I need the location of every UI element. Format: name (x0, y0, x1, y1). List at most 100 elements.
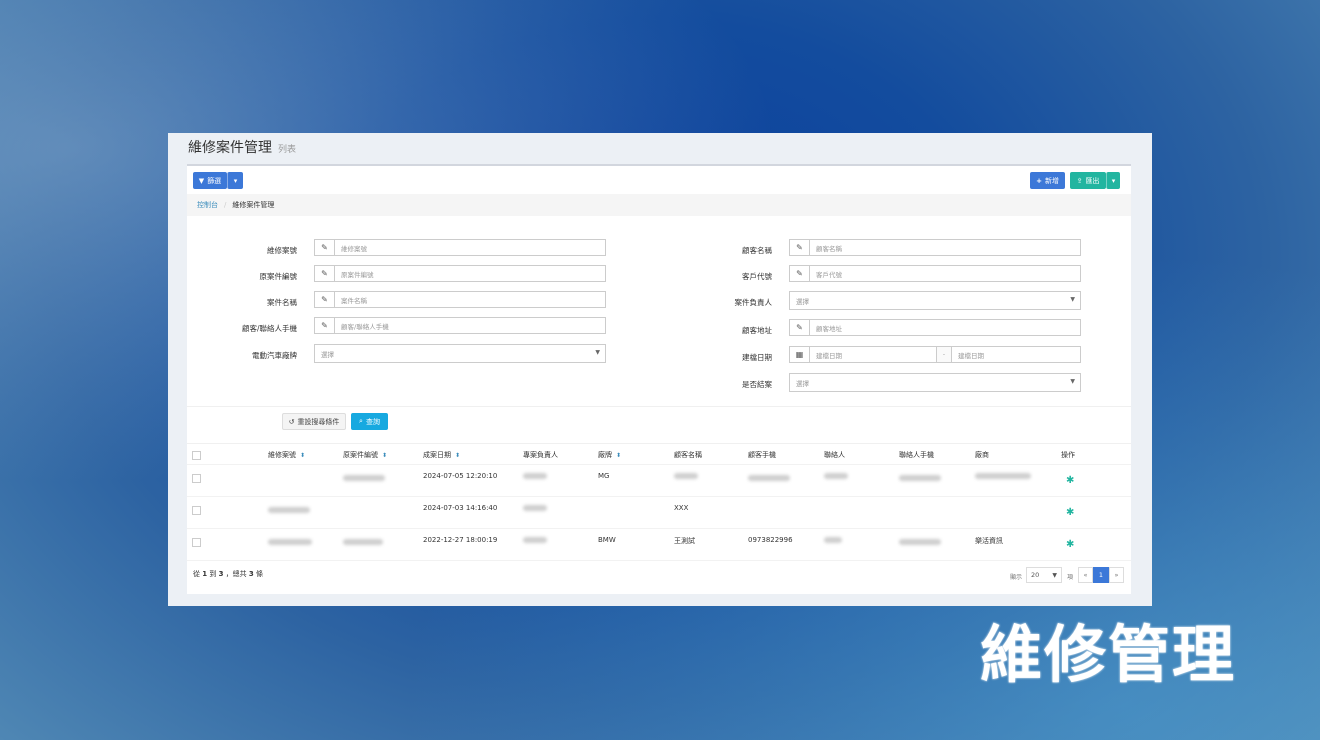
row-customer-name: 王測試 (674, 537, 695, 545)
col-header-brand[interactable]: 廠牌 ⬍ (598, 450, 621, 460)
reset-icon: ↺ (288, 417, 295, 426)
redacted-value (523, 505, 547, 511)
row-customer-name: XXX (674, 504, 689, 512)
pencil-icon: ✎ (315, 240, 335, 255)
redacted-value (975, 473, 1031, 479)
caret-down-icon: ▼ (595, 349, 600, 356)
redacted-value (899, 539, 941, 545)
col-header-actions: 操作 (1061, 451, 1075, 459)
case-no-input[interactable]: ✎ 維修案號 (314, 239, 606, 256)
page-title: 維修案件管理 列表 (188, 140, 297, 156)
pencil-icon: ✎ (315, 292, 335, 307)
page-size-suffix: 項 (1067, 574, 1074, 581)
row-date: 2024-07-05 12:20:10 (423, 472, 498, 480)
ev-brand-label: 電動汽車廠牌 (252, 351, 297, 360)
row-customer-phone: 0973822996 (748, 536, 793, 544)
customer-address-input[interactable]: ✎ 顧客地址 (789, 319, 1081, 336)
case-owner-label: 案件負責人 (734, 298, 773, 307)
upload-icon: ⇪ (1076, 176, 1083, 185)
export-button[interactable]: ⇪ 匯出 (1070, 172, 1106, 189)
caret-down-icon: ▼ (1070, 296, 1075, 303)
page-size-label: 顯示 (1010, 574, 1023, 581)
customer-code-label: 客戶代號 (742, 272, 772, 281)
caret-down-icon: ▾ (1111, 176, 1116, 185)
sort-icon: ⬍ (300, 452, 306, 459)
filter-button[interactable]: ▼ 篩選 (193, 172, 227, 189)
col-header-date[interactable]: 成案日期 ⬍ (423, 450, 460, 460)
row-date: 2022-12-27 18:00:19 (423, 536, 498, 544)
pencil-icon: ✎ (315, 318, 335, 333)
row-checkbox[interactable] (192, 506, 201, 515)
table-top-divider (187, 443, 1131, 444)
redacted-value (824, 537, 842, 543)
redacted-value (523, 473, 547, 479)
col-header-vendor: 廠商 (975, 451, 989, 459)
col-header-customer-name: 顧客名稱 (674, 451, 702, 459)
original-case-input[interactable]: ✎ 原案件編號 (314, 265, 606, 282)
breadcrumb-home-link[interactable]: 控制台 (197, 201, 218, 209)
customer-phone-input[interactable]: ✎ 顧客/聯絡人手機 (314, 317, 606, 334)
search-button[interactable]: ⌕ 查詢 (351, 413, 388, 430)
created-date-from-input[interactable]: ▦ 建檔日期 (789, 346, 937, 363)
redacted-value (674, 473, 698, 479)
col-header-owner: 專案負責人 (523, 451, 558, 459)
next-page-button[interactable]: » (1109, 567, 1124, 583)
pencil-icon: ✎ (790, 320, 810, 335)
search-icon: ⌕ (359, 417, 363, 425)
prev-page-button[interactable]: « (1078, 567, 1093, 583)
closed-status-select[interactable]: 選擇 ▼ (789, 373, 1081, 392)
gear-icon[interactable]: ✱ (1066, 475, 1074, 486)
customer-phone-label: 顧客/聯絡人手機 (241, 324, 297, 333)
redacted-value (824, 473, 848, 479)
col-header-customer-phone: 顧客手機 (748, 451, 776, 459)
row-checkbox[interactable] (192, 538, 201, 547)
customer-name-label: 顧客名稱 (742, 246, 772, 255)
gear-icon[interactable]: ✱ (1066, 539, 1074, 550)
col-header-contact: 聯絡人 (824, 451, 845, 459)
calendar-icon: ▦ (790, 347, 810, 362)
sort-icon: ⬍ (382, 452, 388, 459)
sort-icon: ⬍ (455, 452, 461, 459)
redacted-value (748, 475, 790, 481)
customer-name-input[interactable]: ✎ 顧客名稱 (789, 239, 1081, 256)
page-1-button[interactable]: 1 (1093, 567, 1109, 583)
ev-brand-select[interactable]: 選擇 ▼ (314, 344, 606, 363)
add-button[interactable]: + 新增 (1030, 172, 1065, 189)
case-no-label: 維修案號 (267, 246, 297, 255)
col-header-case-no[interactable]: 維修案號 ⬍ (268, 450, 305, 460)
form-divider (187, 406, 1131, 407)
reset-search-button[interactable]: ↺ 重設搜尋條件 (282, 413, 346, 430)
original-case-label: 原案件編號 (259, 272, 298, 281)
chevron-down-icon: ▼ (1052, 571, 1057, 579)
redacted-value (523, 537, 547, 543)
table-summary: 從 1 到 3 ，總共 3 條 (193, 570, 264, 578)
row-divider (187, 496, 1131, 497)
main-panel: ▼ 篩選 ▾ + 新增 ⇪ 匯出 ▾ 控制台 / 維修案件管理 維修案號 ✎ 維修案… (187, 164, 1131, 594)
page-subtitle: 列表 (278, 145, 297, 155)
plus-icon: + (1036, 176, 1042, 185)
redacted-value (343, 475, 385, 481)
filter-dropdown-toggle[interactable]: ▾ (227, 172, 243, 189)
row-vendor: 樂活資訊 (975, 537, 1003, 545)
closed-status-label: 是否結案 (742, 380, 772, 389)
page-size-select[interactable]: 20 ▼ (1026, 567, 1062, 583)
row-checkbox[interactable] (192, 474, 201, 483)
case-owner-select[interactable]: 選擇 ▼ (789, 291, 1081, 310)
date-range-separator: - (936, 346, 952, 363)
redacted-value (899, 475, 941, 481)
select-all-checkbox[interactable] (192, 451, 201, 460)
case-name-input[interactable]: ✎ 案件名稱 (314, 291, 606, 308)
customer-code-input[interactable]: ✎ 客戶代號 (789, 265, 1081, 282)
case-name-label: 案件名稱 (267, 298, 297, 307)
pencil-icon: ✎ (315, 266, 335, 281)
gear-icon[interactable]: ✱ (1066, 507, 1074, 518)
redacted-value (343, 539, 383, 545)
created-date-label: 建檔日期 (742, 353, 772, 362)
row-date: 2024-07-03 14:16:40 (423, 504, 498, 512)
row-divider (187, 560, 1131, 561)
app-window: 維修案件管理 列表 ▼ 篩選 ▾ + 新增 ⇪ 匯出 ▾ 控制台 / 維修案件管理 維… (168, 133, 1152, 606)
created-date-to-input[interactable]: 建檔日期 (951, 346, 1081, 363)
export-dropdown-toggle[interactable]: ▾ (1106, 172, 1120, 189)
col-header-original-case[interactable]: 原案件編號 ⬍ (343, 450, 387, 460)
col-header-contact-phone: 聯絡人手機 (899, 451, 934, 459)
